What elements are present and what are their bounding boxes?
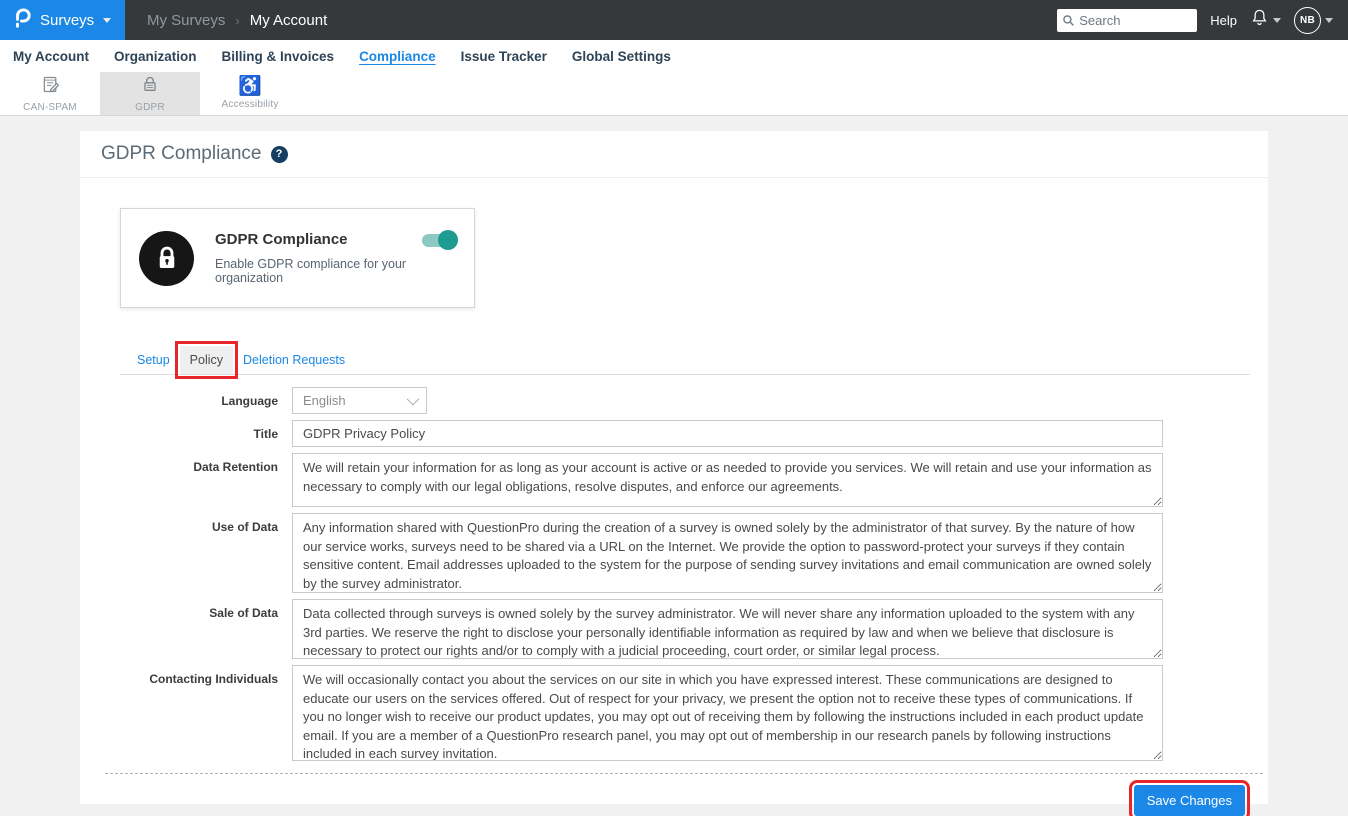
form-row-use-of-data: Use of Data Any information shared with … bbox=[80, 513, 1268, 593]
save-changes-button[interactable]: Save Changes bbox=[1134, 785, 1245, 816]
product-name: Surveys bbox=[40, 12, 94, 29]
notepad-pencil-icon bbox=[40, 74, 61, 100]
breadcrumb-separator-icon: › bbox=[235, 13, 239, 28]
dashed-divider bbox=[105, 773, 1263, 774]
breadcrumb-parent[interactable]: My Surveys bbox=[147, 12, 225, 29]
policy-form: Language English Title Data Retention We… bbox=[80, 387, 1268, 761]
gdpr-compliance-card: GDPR Compliance Enable GDPR compliance f… bbox=[120, 208, 475, 308]
topbar-right: Help NB bbox=[1057, 7, 1348, 34]
contacting-individuals-textarea[interactable]: We will occasionally contact you about t… bbox=[292, 665, 1163, 761]
breadcrumb: My Surveys › My Account bbox=[147, 12, 327, 29]
card-title: GDPR Compliance bbox=[215, 231, 456, 248]
nav-item-compliance[interactable]: Compliance bbox=[359, 49, 436, 64]
wheelchair-icon: ♿ bbox=[238, 77, 262, 97]
avatar: NB bbox=[1294, 7, 1321, 34]
language-label: Language bbox=[105, 387, 278, 414]
form-row-title: Title bbox=[80, 420, 1268, 447]
chevron-down-icon bbox=[1273, 18, 1281, 23]
data-retention-label: Data Retention bbox=[105, 453, 278, 507]
product-switcher[interactable]: Surveys bbox=[0, 0, 125, 40]
tab-accessibility[interactable]: ♿ Accessibility bbox=[200, 72, 300, 115]
chevron-down-icon bbox=[1325, 18, 1333, 23]
tab-label: CAN-SPAM bbox=[23, 102, 77, 113]
sale-of-data-textarea[interactable]: Data collected through surveys is owned … bbox=[292, 599, 1163, 659]
account-nav: My Account Organization Billing & Invoic… bbox=[0, 40, 1348, 72]
form-actions: Save Changes bbox=[80, 785, 1245, 816]
breadcrumb-current: My Account bbox=[250, 12, 328, 29]
subtab-deletion-requests[interactable]: Deletion Requests bbox=[233, 346, 355, 374]
subtab-setup[interactable]: Setup bbox=[127, 346, 180, 374]
form-row-contacting-individuals: Contacting Individuals We will occasiona… bbox=[80, 665, 1268, 761]
search-icon bbox=[1062, 14, 1075, 32]
nav-item-billing-invoices[interactable]: Billing & Invoices bbox=[222, 49, 335, 64]
data-retention-textarea[interactable]: We will retain your information for as l… bbox=[292, 453, 1163, 507]
chevron-down-icon bbox=[103, 18, 111, 23]
form-row-sale-of-data: Sale of Data Data collected through surv… bbox=[80, 599, 1268, 659]
tab-gdpr[interactable]: GDPR bbox=[100, 72, 200, 115]
title-label: Title bbox=[105, 420, 278, 447]
nav-item-my-account[interactable]: My Account bbox=[13, 49, 89, 64]
questionpro-logo-icon bbox=[13, 7, 31, 34]
subtab-policy[interactable]: Policy bbox=[180, 346, 233, 374]
account-menu[interactable]: NB bbox=[1294, 7, 1333, 34]
search-input[interactable] bbox=[1057, 9, 1197, 32]
compliance-tab-strip: CAN-SPAM GDPR ♿ Accessibility bbox=[0, 72, 1348, 116]
card-description: Enable GDPR compliance for your organiza… bbox=[215, 257, 456, 285]
chevron-down-icon bbox=[407, 393, 420, 406]
help-circle-icon[interactable]: ? bbox=[271, 146, 288, 163]
nav-item-issue-tracker[interactable]: Issue Tracker bbox=[461, 49, 547, 64]
gdpr-subtabs: Setup Policy Deletion Requests bbox=[120, 346, 1250, 375]
help-link[interactable]: Help bbox=[1210, 13, 1237, 28]
tab-label: Accessibility bbox=[221, 99, 278, 110]
search-box bbox=[1057, 9, 1197, 32]
panel-header: GDPR Compliance ? bbox=[80, 131, 1268, 178]
nav-item-organization[interactable]: Organization bbox=[114, 49, 197, 64]
card-text: GDPR Compliance Enable GDPR compliance f… bbox=[215, 231, 456, 285]
toggle-knob bbox=[438, 230, 458, 250]
form-row-data-retention: Data Retention We will retain your infor… bbox=[80, 453, 1268, 507]
sale-of-data-label: Sale of Data bbox=[105, 599, 278, 659]
gdpr-enabled-toggle[interactable] bbox=[422, 234, 456, 247]
padlock-icon bbox=[140, 74, 160, 100]
tab-label: GDPR bbox=[135, 102, 165, 113]
tab-can-spam[interactable]: CAN-SPAM bbox=[0, 72, 100, 115]
top-bar: Surveys My Surveys › My Account Help bbox=[0, 0, 1348, 40]
lock-icon bbox=[139, 231, 194, 286]
bell-icon bbox=[1250, 7, 1269, 33]
notifications-menu[interactable] bbox=[1250, 7, 1281, 33]
title-input[interactable] bbox=[292, 420, 1163, 447]
language-select[interactable]: English bbox=[292, 387, 427, 414]
nav-item-global-settings[interactable]: Global Settings bbox=[572, 49, 671, 64]
page-title: GDPR Compliance bbox=[101, 143, 262, 165]
use-of-data-textarea[interactable]: Any information shared with QuestionPro … bbox=[292, 513, 1163, 593]
form-row-language: Language English bbox=[80, 387, 1268, 414]
use-of-data-label: Use of Data bbox=[105, 513, 278, 593]
gdpr-compliance-panel: GDPR Compliance ? GDPR Compliance Enable… bbox=[80, 131, 1268, 804]
language-selected-value: English bbox=[303, 393, 346, 408]
contacting-individuals-label: Contacting Individuals bbox=[105, 665, 278, 761]
